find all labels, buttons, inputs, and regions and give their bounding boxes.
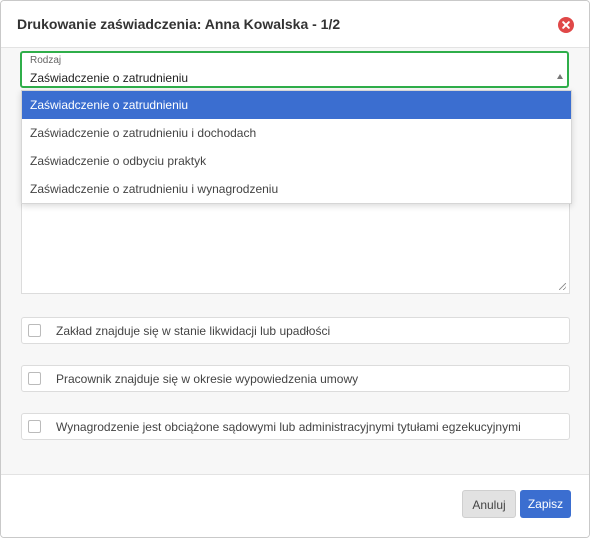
select-value: Zaświadczenie o zatrudnieniu: [30, 71, 189, 85]
checkbox-notice-period[interactable]: [28, 372, 41, 385]
option-employment[interactable]: Zaświadczenie o zatrudnieniu: [22, 91, 571, 119]
print-certificate-dialog: Drukowanie zaświadczenia: Anna Kowalska …: [0, 0, 590, 538]
resize-handle-icon[interactable]: [559, 283, 566, 290]
dialog-header: Drukowanie zaświadczenia: Anna Kowalska …: [1, 1, 589, 48]
option-internship[interactable]: Zaświadczenie o odbyciu praktyk: [22, 147, 571, 175]
cancel-button[interactable]: Anuluj: [462, 490, 516, 518]
select-dropdown-list: Zaświadczenie o zatrudnieniu Zaświadczen…: [21, 90, 572, 204]
checkbox-row-garnishment[interactable]: Wynagrodzenie jest obciążone sądowymi lu…: [21, 413, 570, 440]
option-employment-salary[interactable]: Zaświadczenie o zatrudnieniu i wynagrodz…: [22, 175, 571, 203]
checkbox-label: Pracownik znajduje się w okresie wypowie…: [56, 372, 359, 386]
checkbox-row-notice-period[interactable]: Pracownik znajduje się w okresie wypowie…: [21, 365, 570, 392]
dialog-footer: Anuluj Zapisz: [1, 474, 589, 537]
checkbox-liquidation[interactable]: [28, 324, 41, 337]
save-button[interactable]: Zapisz: [520, 490, 571, 518]
checkbox-row-liquidation[interactable]: Zakład znajduje się w stanie likwidacji …: [21, 317, 570, 344]
notes-textarea[interactable]: [21, 198, 570, 294]
close-icon[interactable]: [558, 17, 574, 33]
dialog-body: Zakład znajduje się w stanie likwidacji …: [1, 48, 589, 474]
select-label: Rodzaj: [30, 55, 62, 66]
chevron-up-icon: [557, 74, 563, 79]
certificate-type-select[interactable]: Rodzaj Zaświadczenie o zatrudnieniu: [20, 51, 569, 88]
option-employment-income[interactable]: Zaświadczenie o zatrudnieniu i dochodach: [22, 119, 571, 147]
checkbox-garnishment[interactable]: [28, 420, 41, 433]
checkbox-label: Zakład znajduje się w stanie likwidacji …: [56, 324, 331, 338]
dialog-title: Drukowanie zaświadczenia: Anna Kowalska …: [17, 16, 341, 32]
checkbox-label: Wynagrodzenie jest obciążone sądowymi lu…: [56, 420, 521, 434]
